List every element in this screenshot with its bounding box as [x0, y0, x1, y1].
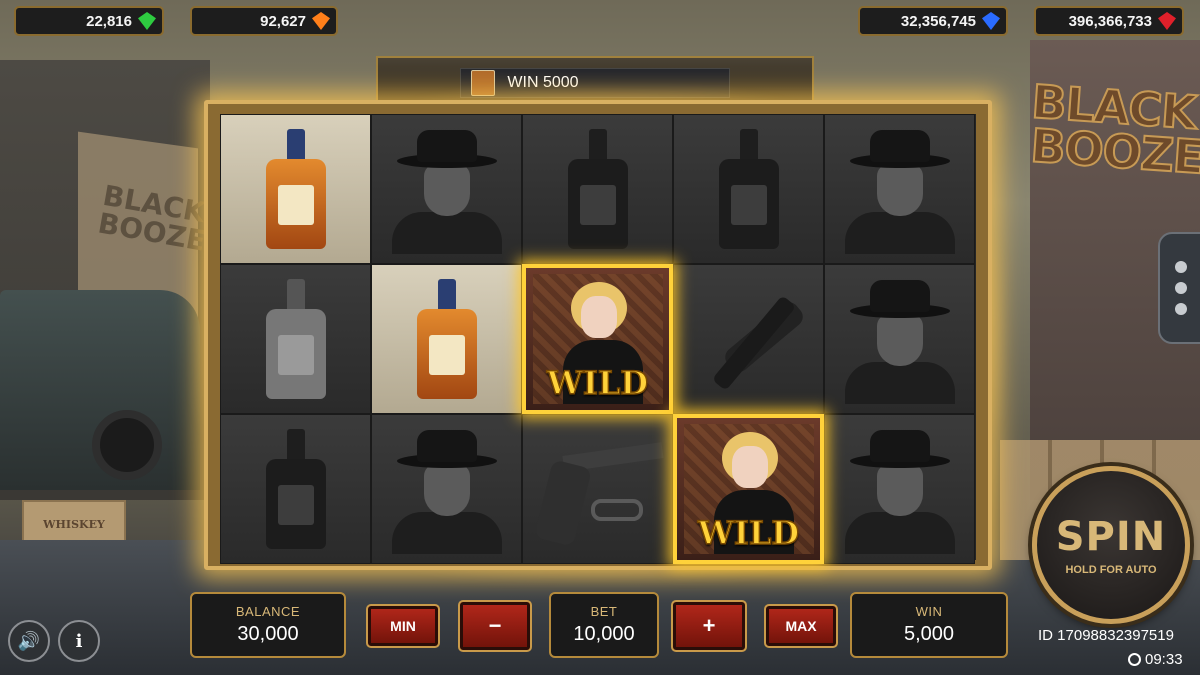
reel-frame: WILD WILD: [204, 100, 992, 570]
symbol-bottle: [673, 114, 824, 264]
bet-label: BET: [590, 604, 618, 619]
currency-value: 92,627: [260, 12, 306, 30]
balance-label: BALANCE: [235, 604, 301, 619]
red-gem-icon: [1158, 12, 1176, 30]
bet-value: 10,000: [573, 623, 635, 645]
session-id: ID 17098832397519: [1038, 627, 1174, 644]
bet-display: BET 10,000: [549, 592, 659, 658]
balance-value: 30,000: [237, 623, 299, 645]
balance-display: BALANCE 30,000: [190, 592, 346, 658]
win-value: 5,000: [903, 623, 955, 645]
sound-button[interactable]: 🔊: [8, 620, 50, 662]
symbol-crowbar: [673, 264, 824, 414]
symbol-gangster: [371, 414, 522, 564]
currency-red: 396,366,733: [1034, 6, 1184, 36]
more-dots-icon: [1175, 303, 1187, 315]
wild-label: WILD: [546, 363, 649, 403]
currency-value: 22,816: [86, 12, 132, 30]
symbol-gangster: [824, 114, 975, 264]
info-button[interactable]: i: [58, 620, 100, 662]
symbol-bottle: [220, 264, 371, 414]
win-label: WIN: [915, 604, 943, 619]
spin-button[interactable]: SPIN HOLD FOR AUTO: [1032, 466, 1190, 624]
currency-orange: 92,627: [190, 6, 338, 36]
game-logo: BLACK BOOZE: [1025, 73, 1200, 185]
more-dots-icon: [1175, 261, 1187, 273]
currency-value: 396,366,733: [1068, 12, 1152, 30]
max-bet-button[interactable]: MAX: [764, 604, 838, 648]
wild-label: WILD: [697, 513, 800, 553]
truck-wheel: [92, 410, 162, 480]
crate-label: WHISKEY: [43, 518, 105, 531]
clock-time: 09:33: [1145, 651, 1183, 668]
info-icon: i: [75, 630, 83, 652]
symbol-whiskey-bottle: [371, 264, 522, 414]
symbol-gangster: [371, 114, 522, 264]
decrease-bet-button[interactable]: −: [458, 600, 532, 652]
speaker-icon: 🔊: [17, 630, 41, 652]
spin-label: SPIN: [1055, 514, 1167, 560]
spin-sub-label: HOLD FOR AUTO: [1065, 564, 1157, 576]
logo-line-2: BOOZE: [1028, 117, 1200, 185]
increase-bet-button[interactable]: +: [671, 600, 747, 652]
symbol-wild: WILD: [522, 264, 673, 414]
symbol-gun: [522, 414, 673, 564]
symbol-bottle: [220, 414, 371, 564]
clock-icon: [1128, 653, 1141, 666]
currency-blue: 32,356,745: [858, 6, 1008, 36]
more-dots-icon: [1175, 282, 1187, 294]
win-display: WIN 5,000: [850, 592, 1008, 658]
clock: 09:33: [1128, 651, 1183, 668]
currency-green: 22,816: [14, 6, 164, 36]
green-gem-icon: [138, 12, 156, 30]
currency-value: 32,356,745: [900, 12, 976, 30]
reel-grid: WILD WILD: [220, 114, 976, 564]
min-bet-button[interactable]: MIN: [366, 604, 440, 648]
symbol-bottle: [522, 114, 673, 264]
symbol-wild: WILD: [673, 414, 824, 564]
blue-gem-icon: [982, 12, 1000, 30]
orange-gem-icon: [312, 12, 330, 30]
symbol-gangster: [824, 264, 975, 414]
symbol-whiskey-bottle: [220, 114, 371, 264]
symbol-gangster: [824, 414, 975, 564]
side-menu-button[interactable]: [1158, 232, 1200, 344]
win-banner-text: WIN 5000: [507, 74, 579, 91]
